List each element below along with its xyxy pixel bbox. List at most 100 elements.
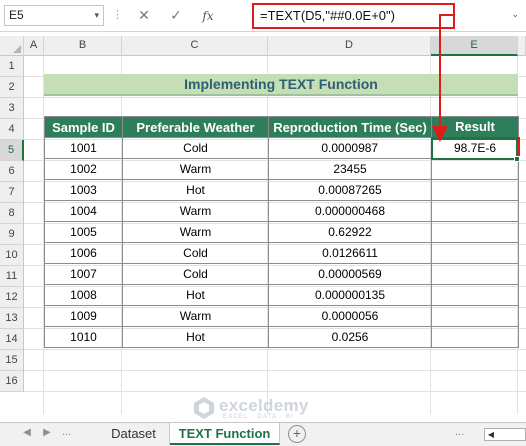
tabbar-right: ... (455, 426, 464, 438)
row-header-15[interactable]: 15 (0, 350, 24, 371)
sheet-title[interactable]: Implementing TEXT Function (44, 74, 518, 96)
cell-weather[interactable]: Hot (122, 326, 269, 348)
cell-reproduction-time[interactable]: 23455 (268, 158, 432, 180)
cell-result[interactable] (431, 326, 519, 348)
select-all-corner[interactable] (0, 36, 24, 56)
table-row: 1001 Cold 0.0000987 98.7E-6 (44, 136, 520, 160)
enter-icon[interactable]: ✓ (169, 7, 183, 24)
name-box-value: E5 (9, 8, 24, 22)
cell-weather[interactable]: Warm (122, 305, 269, 327)
cell-weather[interactable]: Cold (122, 242, 269, 264)
row-header-13[interactable]: 13 (0, 308, 24, 329)
column-header-d[interactable]: D (268, 36, 431, 56)
cell-reproduction-time[interactable]: 0.00087265 (268, 179, 432, 201)
cell-weather[interactable]: Warm (122, 158, 269, 180)
tab-text-function[interactable]: TEXT Function (170, 423, 280, 445)
cell-result[interactable] (431, 242, 519, 264)
scroll-left-icon[interactable]: ◀ (485, 429, 497, 440)
formula-input[interactable]: =TEXT(D5,"##0.0E+0") (252, 3, 455, 29)
cell-weather[interactable]: Warm (122, 200, 269, 222)
grid-line (24, 391, 526, 392)
row-header-16[interactable]: 16 (0, 371, 24, 392)
cell-sample-id[interactable]: 1002 (44, 158, 123, 180)
grid-line (24, 349, 526, 350)
column-header-b[interactable]: B (44, 36, 122, 56)
row-header-10[interactable]: 10 (0, 245, 24, 266)
cell-reproduction-time[interactable]: 0.000000468 (268, 200, 432, 222)
cell-sample-id[interactable]: 1009 (44, 305, 123, 327)
cell-weather[interactable]: Warm (122, 221, 269, 243)
scroll-tabs-left-icon[interactable]: ◀ (20, 427, 34, 438)
cell-sample-id[interactable]: 1003 (44, 179, 123, 201)
row-header-2[interactable]: 2 (0, 77, 24, 98)
exceldemy-logo-icon (194, 397, 214, 419)
cancel-icon[interactable]: ✕ (137, 7, 151, 24)
row-header-5[interactable]: 5 (0, 140, 24, 161)
table-row: 1007 Cold 0.00000569 (44, 263, 519, 285)
cell-reproduction-time[interactable]: 0.00000569 (268, 263, 432, 285)
cell-sample-id[interactable]: 1008 (44, 284, 123, 306)
scroll-tabs-right-icon[interactable]: ▶ (40, 427, 54, 438)
row-header-12[interactable]: 12 (0, 287, 24, 308)
header-sample-id[interactable]: Sample ID (44, 116, 123, 138)
column-header-a[interactable]: A (24, 36, 44, 56)
row-header-6[interactable]: 6 (0, 161, 24, 182)
row-header-4[interactable]: 4 (0, 119, 24, 140)
formula-bar: E5 ▾ ⋮ ✕ ✓ fx =TEXT(D5,"##0.0E+0") ⌄ (0, 0, 526, 32)
cell-sample-id[interactable]: 1010 (44, 326, 123, 348)
chevron-down-icon[interactable]: ▾ (94, 6, 99, 25)
row-header-9[interactable]: 9 (0, 224, 24, 245)
table-row: 1005 Warm 0.62922 (44, 221, 519, 243)
column-header-c[interactable]: C (122, 36, 268, 56)
column-header-e[interactable]: E (431, 36, 518, 56)
cell-reproduction-time[interactable]: 0.62922 (268, 221, 432, 243)
data-table: Sample ID Preferable Weather Reproductio… (44, 116, 520, 348)
tab-dataset[interactable]: Dataset (98, 423, 170, 445)
cell-result[interactable]: 98.7E-6 (430, 136, 520, 160)
cell-result[interactable] (431, 179, 519, 201)
header-result[interactable]: Result (431, 116, 519, 138)
cell-reproduction-time[interactable]: 0.0126611 (268, 242, 432, 264)
cell-weather[interactable]: Hot (122, 179, 269, 201)
name-box[interactable]: E5 ▾ (4, 5, 104, 26)
cell-result[interactable] (431, 263, 519, 285)
row-header-11[interactable]: 11 (0, 266, 24, 287)
row-header-14[interactable]: 14 (0, 329, 24, 350)
tabs-overflow[interactable]: ... (62, 426, 71, 438)
more-options-icon[interactable]: ... (455, 426, 464, 438)
cell-result[interactable] (431, 200, 519, 222)
table-row: 1004 Warm 0.000000468 (44, 200, 519, 222)
column-header-f[interactable] (518, 36, 526, 56)
table-row: 1008 Hot 0.000000135 (44, 284, 519, 306)
expand-formula-bar-icon[interactable]: ⌄ (511, 9, 519, 20)
cell-result[interactable] (431, 284, 519, 306)
table-row: 1003 Hot 0.00087265 (44, 179, 519, 201)
horizontal-scrollbar[interactable]: ◀ (484, 428, 526, 441)
cell-sample-id[interactable]: 1007 (44, 263, 123, 285)
header-reproduction-time[interactable]: Reproduction Time (Sec) (268, 116, 432, 138)
cell-sample-id[interactable]: 1001 (44, 137, 123, 159)
grid-line (24, 97, 526, 98)
cell-sample-id[interactable]: 1004 (44, 200, 123, 222)
row-header-7[interactable]: 7 (0, 182, 24, 203)
cell-reproduction-time[interactable]: 0.000000135 (268, 284, 432, 306)
cell-sample-id[interactable]: 1005 (44, 221, 123, 243)
cell-result[interactable] (431, 158, 519, 180)
cell-result[interactable] (431, 221, 519, 243)
cell-weather[interactable]: Cold (122, 137, 269, 159)
cell-result[interactable] (431, 305, 519, 327)
cell-reproduction-time[interactable]: 0.0000987 (268, 137, 432, 159)
row-header-8[interactable]: 8 (0, 203, 24, 224)
cell-reproduction-time[interactable]: 0.0000056 (268, 305, 432, 327)
header-preferable-weather[interactable]: Preferable Weather (122, 116, 269, 138)
cell-weather[interactable]: Hot (122, 284, 269, 306)
cell-sample-id[interactable]: 1006 (44, 242, 123, 264)
cell-reproduction-time[interactable]: 0.0256 (268, 326, 432, 348)
row-header-1[interactable]: 1 (0, 56, 24, 77)
grid-line (24, 370, 526, 371)
table-row: 1006 Cold 0.0126611 (44, 242, 519, 264)
add-sheet-button[interactable]: + (288, 425, 306, 443)
cell-weather[interactable]: Cold (122, 263, 269, 285)
function-icon[interactable]: fx (201, 9, 215, 23)
row-header-3[interactable]: 3 (0, 98, 24, 119)
